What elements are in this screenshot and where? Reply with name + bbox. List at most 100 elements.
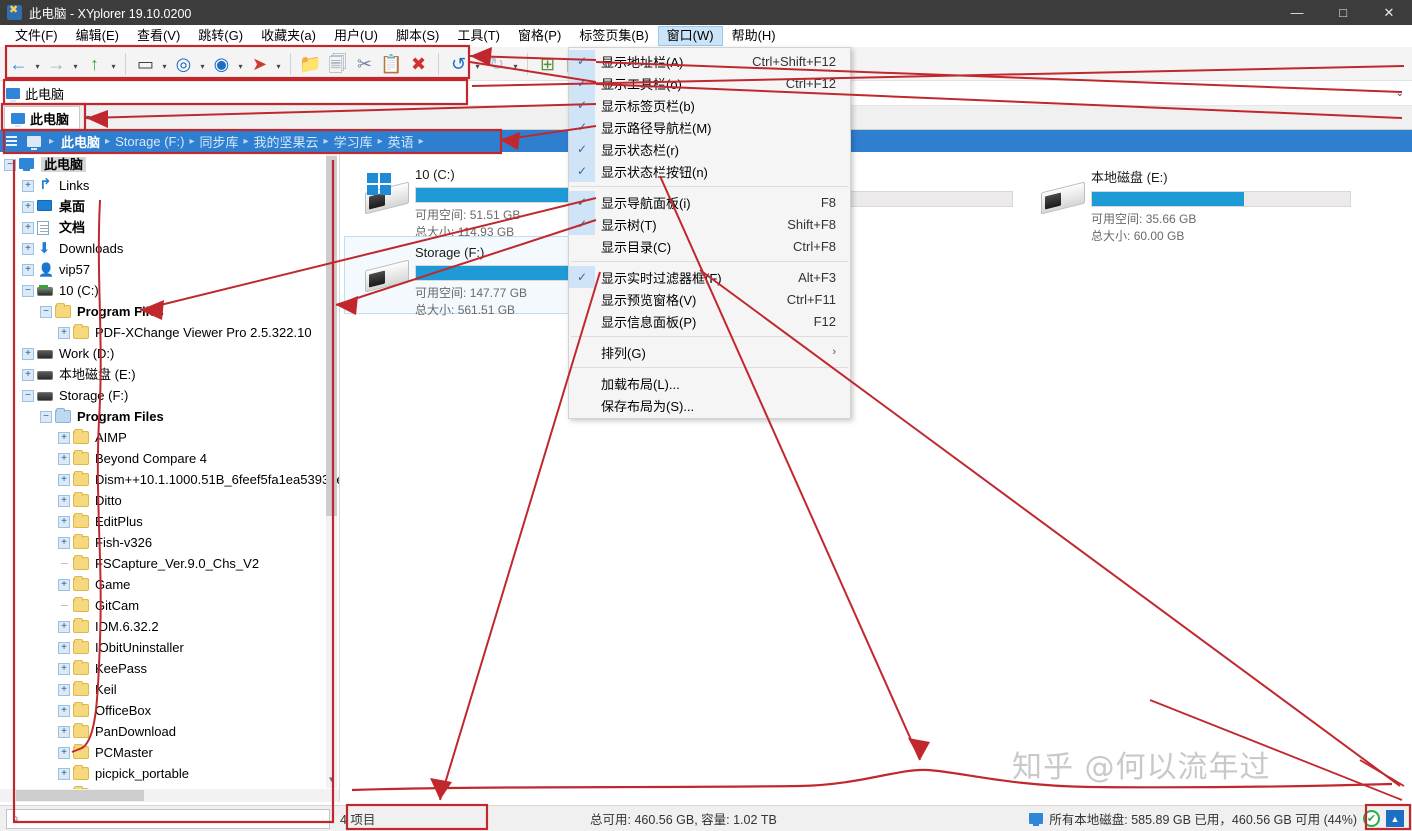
menu-option[interactable]: ✓ 显示导航面板(i) F8 [569, 191, 850, 213]
goto-dropdown-icon[interactable]: ▾ [273, 50, 284, 77]
expand-icon[interactable]: + [22, 221, 34, 234]
menu-item-4[interactable]: 收藏夹(a) [252, 26, 325, 46]
tab-this-pc[interactable]: 此电脑 [4, 106, 81, 129]
tree-node[interactable]: + EditPlus [0, 511, 339, 532]
menu-option[interactable]: 显示信息面板(P) F12 [569, 310, 850, 332]
collapse-icon[interactable]: − [40, 305, 52, 318]
computer-icon[interactable] [27, 135, 41, 150]
tree-node[interactable]: + PCMaster [0, 742, 339, 763]
menu-option[interactable]: ✓ 显示地址栏(A) Ctrl+Shift+F12 [569, 50, 850, 72]
target-icon[interactable]: ◎ [170, 50, 197, 77]
tree-scroll-down-arrow[interactable]: ▼ [326, 774, 337, 786]
tree-node[interactable]: + Ditto [0, 490, 339, 511]
tree-node[interactable]: + AIMP [0, 427, 339, 448]
expand-icon[interactable]: + [58, 536, 70, 549]
tree-node[interactable]: + Downloads [0, 238, 339, 259]
expand-icon[interactable]: + [58, 431, 70, 444]
redo-icon[interactable]: ↻ [483, 50, 510, 77]
expand-icon[interactable]: + [58, 683, 70, 696]
tree-node[interactable]: + 本地磁盘 (E:) [0, 364, 339, 385]
find-icon[interactable]: ◉ [208, 50, 235, 77]
menu-option[interactable]: ✓ 显示工具栏(o) Ctrl+F12 [569, 72, 850, 94]
tree-node[interactable]: + IDM.6.32.2 [0, 616, 339, 637]
tree-vertical-scrollbar[interactable] [326, 154, 337, 788]
tree-node[interactable]: − Program Files [0, 301, 339, 322]
menu-item-11[interactable]: 帮助(H) [723, 26, 785, 46]
cut-icon[interactable]: ✂ [351, 50, 378, 77]
undo-icon[interactable]: ↺ [445, 50, 472, 77]
breadcrumb-item-5[interactable]: 英语 [384, 132, 418, 151]
check-circle-icon[interactable]: ✔ [1363, 810, 1380, 827]
hscrollbar-thumb[interactable] [16, 790, 144, 801]
menu-item-5[interactable]: 用户(U) [325, 26, 387, 46]
tree-node[interactable]: + PanDownload [0, 721, 339, 742]
expand-icon[interactable]: + [22, 242, 34, 255]
tree-view-icon[interactable]: ⊞ [534, 50, 561, 77]
breadcrumb-item-1[interactable]: Storage (F:) [111, 134, 188, 149]
forward-dropdown-icon[interactable]: ▾ [70, 50, 81, 77]
tree-node[interactable]: + IObitUninstaller [0, 637, 339, 658]
expand-icon[interactable]: + [58, 662, 70, 675]
tree-node[interactable]: FSCapture_Ver.9.0_Chs_V2 [0, 553, 339, 574]
back-dropdown-icon[interactable]: ▾ [32, 50, 43, 77]
menu-option[interactable]: ✓ 显示实时过滤器框(F) Alt+F3 [569, 266, 850, 288]
menu-option[interactable]: 保存布局为(S)... [569, 394, 850, 416]
redo-dropdown-icon[interactable]: ▾ [510, 50, 521, 77]
minimize-button[interactable]: — [1274, 0, 1320, 25]
menu-item-7[interactable]: 工具(T) [448, 26, 509, 46]
close-button[interactable]: ✕ [1366, 0, 1412, 25]
tree-node[interactable]: + Links [0, 175, 339, 196]
tree-node[interactable]: − 此电脑 [0, 154, 339, 175]
menu-item-8[interactable]: 窗格(P) [509, 26, 570, 46]
expand-icon[interactable]: + [58, 578, 70, 591]
tree-node[interactable]: + 文档 [0, 217, 339, 238]
tab-dropdown-icon[interactable]: ▾ [86, 113, 90, 122]
tree-node[interactable]: − 10 (C:) [0, 280, 339, 301]
forward-icon[interactable]: → [43, 50, 70, 77]
expand-icon[interactable]: + [58, 494, 70, 507]
tree-node[interactable]: + Keil [0, 679, 339, 700]
expand-icon[interactable]: + [58, 746, 70, 759]
menu-option[interactable]: 加载布局(L)... [569, 372, 850, 394]
expand-icon[interactable]: + [58, 641, 70, 654]
collapse-icon[interactable]: − [22, 284, 34, 297]
expand-icon[interactable]: + [58, 704, 70, 717]
new-folder-icon[interactable]: 📁 [297, 50, 324, 77]
expand-icon[interactable]: + [58, 326, 70, 339]
menu-item-3[interactable]: 跳转(G) [189, 26, 252, 46]
copy-icon[interactable]: 🗐 [324, 50, 351, 77]
expand-icon[interactable]: + [58, 515, 70, 528]
menu-option[interactable]: ✓ 显示路径导航栏(M) [569, 116, 850, 138]
menu-option[interactable]: ✓ 显示树(T) Shift+F8 [569, 213, 850, 235]
desktop-dropdown-icon[interactable]: ▾ [159, 50, 170, 77]
menu-item-6[interactable]: 脚本(S) [387, 26, 448, 46]
collapse-icon[interactable]: − [40, 410, 52, 423]
tree-node[interactable]: + Work (D:) [0, 343, 339, 364]
tree-node[interactable]: + OfficeBox [0, 700, 339, 721]
expand-icon[interactable]: + [58, 452, 70, 465]
menu-option[interactable]: ✓ 显示状态栏按钮(n) [569, 160, 850, 182]
breadcrumb-item-0[interactable]: 此电脑 [57, 132, 104, 151]
chevron-up-icon[interactable]: ▲ [1386, 810, 1404, 827]
hamburger-icon[interactable] [6, 136, 17, 146]
breadcrumb-item-4[interactable]: 学习库 [330, 132, 377, 151]
collapse-icon[interactable]: − [4, 158, 16, 171]
expand-icon[interactable]: + [22, 200, 34, 213]
undo-dropdown-icon[interactable]: ▾ [472, 50, 483, 77]
tree-node[interactable]: − Program Files [0, 406, 339, 427]
tree-horizontal-scrollbar[interactable] [0, 789, 339, 802]
menu-option[interactable]: 显示预览窗格(V) Ctrl+F11 [569, 288, 850, 310]
tree-node[interactable]: + PDF-XChange Viewer Pro 2.5.322.10 [0, 322, 339, 343]
address-input[interactable]: 此电脑 [25, 84, 64, 103]
tree-node[interactable]: + KeePass [0, 658, 339, 679]
expand-icon[interactable]: + [22, 347, 34, 360]
chevron-down-icon[interactable]: ⌄ [1396, 88, 1404, 99]
tree-node[interactable]: + Beyond Compare 4 [0, 448, 339, 469]
menu-option[interactable]: ✓ 显示状态栏(r) [569, 138, 850, 160]
paste-icon[interactable]: 📋 [378, 50, 405, 77]
menu-item-10[interactable]: 窗口(W) [657, 26, 723, 46]
expand-icon[interactable]: + [22, 368, 34, 381]
menu-option[interactable]: 显示目录(C) Ctrl+F8 [569, 235, 850, 257]
menu-item-2[interactable]: 查看(V) [128, 26, 189, 46]
drive-tile[interactable]: 本地磁盘 (E:) 可用空间: 35.66 GB 总大小: 60.00 GB [1020, 158, 1358, 243]
